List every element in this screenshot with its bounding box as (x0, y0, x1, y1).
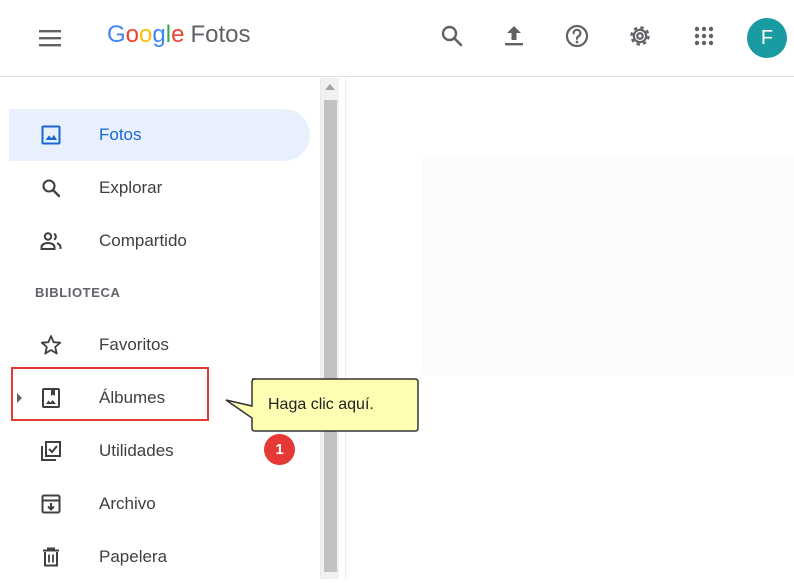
search-icon[interactable] (438, 22, 466, 50)
settings-icon[interactable] (626, 22, 654, 50)
help-icon[interactable] (563, 22, 591, 50)
sidebar-item-fotos[interactable]: Fotos (9, 109, 310, 161)
sidebar-scrollbar[interactable] (320, 78, 339, 579)
callout-text: Haga clic aquí. (268, 396, 374, 413)
people-icon (40, 232, 62, 250)
product-name: Fotos (190, 21, 251, 48)
sidebar-item-explorar[interactable]: Explorar (9, 162, 310, 214)
apps-grid-icon[interactable] (690, 22, 718, 50)
star-icon (40, 335, 62, 355)
logo-letter: g (152, 21, 166, 48)
search-icon (42, 179, 61, 198)
logo-letter: e (171, 21, 185, 48)
scroll-up-arrow-icon[interactable] (325, 84, 335, 90)
google-photos-logo[interactable]: Google Fotos (107, 20, 250, 50)
sidebar-item-label: Explorar (99, 178, 163, 197)
content-divider (345, 78, 346, 579)
sidebar-item-label: Fotos (99, 125, 142, 144)
utilities-icon (41, 441, 61, 461)
sidebar-item-label: Utilidades (99, 441, 174, 460)
account-avatar[interactable]: F (747, 18, 787, 58)
step-number-badge: 1 (264, 434, 295, 465)
sidebar-item-archivo[interactable]: Archivo (9, 478, 310, 530)
upload-icon[interactable] (500, 22, 528, 50)
sidebar-item-label: Archivo (99, 494, 156, 513)
sidebar-item-papelera[interactable]: Papelera (9, 531, 310, 583)
sidebar-item-compartido[interactable]: Compartido (9, 215, 310, 267)
trash-icon (43, 547, 59, 567)
section-header-biblioteca: BIBLIOTECA (35, 285, 121, 300)
menu-icon[interactable] (37, 26, 65, 50)
logo-letter: G (107, 21, 126, 48)
top-app-bar: Google Fotos F (0, 0, 794, 77)
sidebar-item-label: Papelera (99, 547, 168, 566)
scrollbar-thumb[interactable] (324, 100, 337, 572)
sidebar-item-label: Favoritos (99, 335, 169, 354)
archive-icon (41, 494, 61, 514)
photo-content-area (422, 155, 794, 375)
logo-letter: o (125, 21, 140, 48)
logo-letter: o (139, 21, 153, 48)
sidebar-item-favoritos[interactable]: Favoritos (9, 319, 310, 371)
photo-icon (41, 125, 61, 145)
sidebar-nav: Fotos Explorar Compartido BIBLIOTECA Fav… (0, 78, 320, 579)
highlight-box (11, 367, 209, 421)
sidebar-item-label: Compartido (99, 231, 187, 250)
